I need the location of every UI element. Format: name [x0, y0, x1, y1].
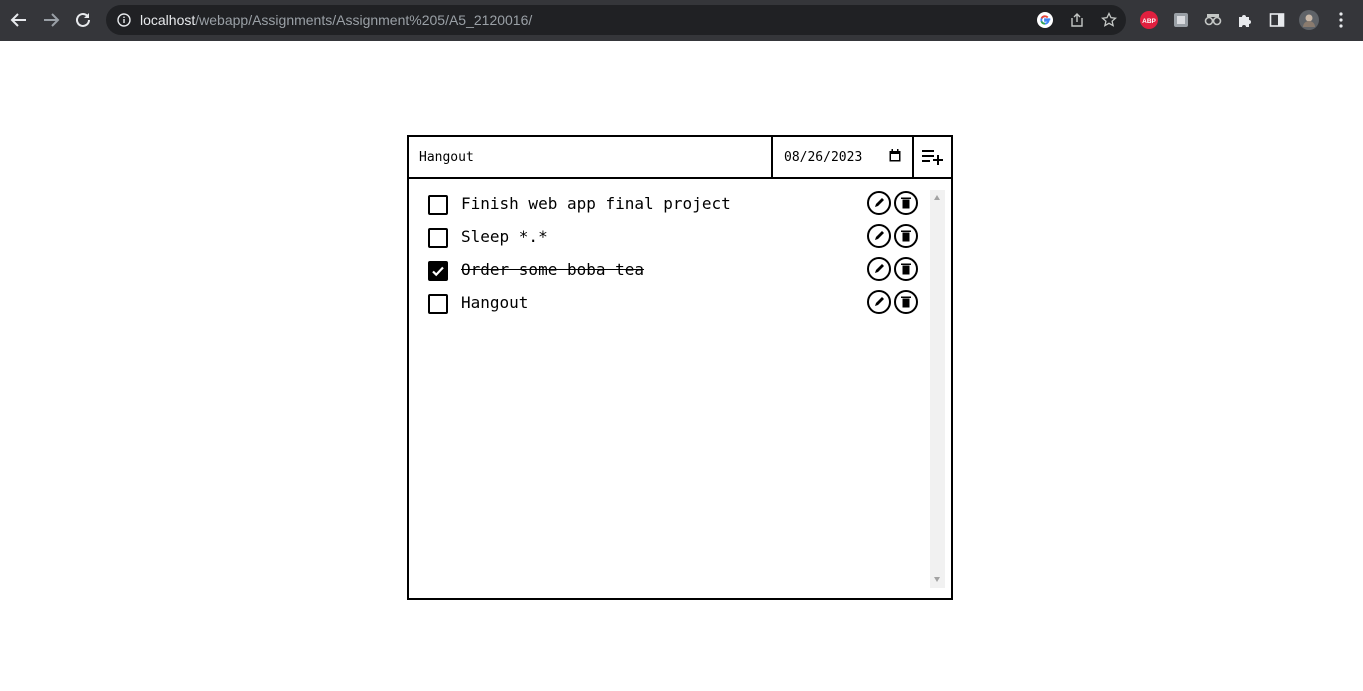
browser-toolbar: localhost/webapp/Assignments/Assignment%…: [0, 0, 1363, 41]
task-list: Finish web app final project Sleep *.* O…: [409, 179, 929, 598]
more-menu-icon[interactable]: [1331, 10, 1351, 30]
date-input[interactable]: 08/26/2023: [773, 137, 914, 177]
task-label: Sleep *.*: [461, 227, 548, 246]
edit-button[interactable]: [867, 191, 891, 215]
calendar-icon[interactable]: [889, 149, 901, 167]
list-item: Sleep *.*: [409, 221, 929, 253]
edit-button[interactable]: [867, 290, 891, 314]
forward-button[interactable]: [38, 7, 64, 33]
todo-app: 08/26/2023 Finish web app final project …: [407, 135, 953, 600]
arrow-right-icon: [44, 13, 60, 27]
back-button[interactable]: [6, 7, 32, 33]
trash-icon: [901, 296, 911, 308]
abp-badge-text: ABP: [1142, 18, 1156, 25]
google-icon[interactable]: [1035, 10, 1055, 30]
pencil-icon: [875, 264, 884, 273]
todo-header: 08/26/2023: [409, 137, 951, 179]
edit-button[interactable]: [867, 257, 891, 281]
trash-icon: [901, 197, 911, 209]
side-panel-icon[interactable]: [1267, 10, 1287, 30]
date-value: 08/26/2023: [784, 150, 863, 165]
delete-button[interactable]: [894, 191, 918, 215]
list-item: Finish web app final project: [409, 188, 929, 220]
reload-icon: [76, 12, 90, 27]
avatar[interactable]: [1299, 10, 1319, 30]
list-item: Order some boba tea: [409, 254, 929, 286]
address-bar[interactable]: localhost/webapp/Assignments/Assignment%…: [106, 5, 1126, 35]
task-label: Finish web app final project: [461, 194, 731, 213]
puzzle-icon[interactable]: [1235, 10, 1255, 30]
list-item: Hangout: [409, 287, 929, 319]
task-checkbox[interactable]: [428, 228, 448, 248]
playlist-add-icon: [921, 150, 943, 165]
url-path: /webapp/Assignments/Assignment%205/A5_21…: [195, 12, 533, 28]
arrow-left-icon: [10, 13, 26, 27]
abp-icon[interactable]: ABP: [1139, 10, 1159, 30]
bookmark-star-icon[interactable]: [1099, 10, 1119, 30]
task-checkbox[interactable]: [428, 195, 448, 215]
reload-button[interactable]: [70, 7, 96, 33]
scroll-up-arrow-icon[interactable]: [934, 195, 940, 200]
add-task-button[interactable]: [914, 137, 951, 177]
pencil-icon: [875, 198, 884, 207]
trash-icon: [901, 230, 911, 242]
info-icon[interactable]: [114, 10, 134, 30]
delete-button[interactable]: [894, 224, 918, 248]
trash-icon: [901, 263, 911, 275]
delete-button[interactable]: [894, 290, 918, 314]
extension-icon[interactable]: [1171, 10, 1191, 30]
url-text: localhost/webapp/Assignments/Assignment%…: [140, 12, 532, 28]
task-input[interactable]: [409, 137, 773, 177]
url-host: localhost: [140, 12, 196, 28]
task-checkbox[interactable]: [428, 261, 448, 281]
pencil-icon: [875, 231, 884, 240]
task-checkbox[interactable]: [428, 294, 448, 314]
incognito-glasses-icon[interactable]: [1203, 10, 1223, 30]
task-label: Order some boba tea: [461, 260, 645, 279]
scroll-down-arrow-icon[interactable]: [934, 577, 940, 582]
edit-button[interactable]: [867, 224, 891, 248]
share-icon[interactable]: [1067, 10, 1087, 30]
task-label: Hangout: [461, 293, 529, 312]
checkmark-icon: [432, 266, 444, 277]
pencil-icon: [875, 297, 884, 306]
delete-button[interactable]: [894, 257, 918, 281]
scrollbar[interactable]: [930, 190, 945, 588]
